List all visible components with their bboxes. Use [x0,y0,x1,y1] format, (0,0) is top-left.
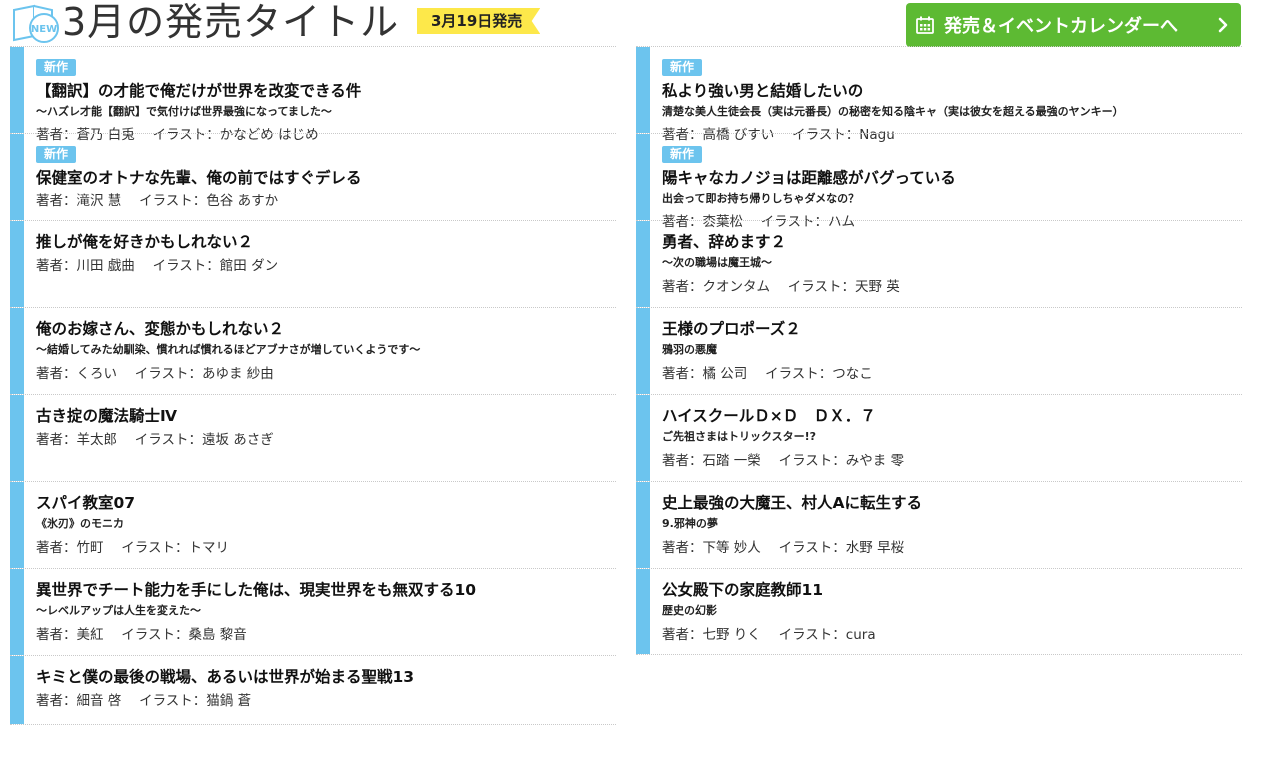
book-subtitle: 9.邪神の夢 [662,517,718,530]
calendar-link-button[interactable]: 発売＆イベントカレンダーへ [906,3,1241,47]
book-credits: 著者：美紅 イラスト：桑島 黎音 [36,627,247,643]
book-subtitle: 鴉羽の悪魔 [662,343,717,356]
book-title[interactable]: 王様のプロポーズ２ [662,319,801,339]
book-title[interactable]: スパイ教室07 [36,493,135,513]
book-credits: 著者：橘 公司 イラスト：つなこ [662,366,873,382]
title-list-item[interactable]: 公女殿下の家庭教師11 歴史の幻影著者：七野 りく イラスト：cura [636,568,1242,655]
book-title[interactable]: キミと僕の最後の戦場、あるいは世界が始まる聖戦13 [36,667,414,687]
title-list-item[interactable]: 王様のプロポーズ２ 鴉羽の悪魔著者：橘 公司 イラスト：つなこ [636,307,1242,394]
book-credits: 著者：川田 戯曲 イラスト：館田 ダン [36,258,279,274]
book-credits: 著者：下等 妙人 イラスト：水野 早桜 [662,540,905,556]
book-subtitle: 〜結婚してみた幼馴染、慣れれば慣れるほどアブナさが増していくようです〜 [36,343,421,356]
book-credits: 著者：細音 啓 イラスト：猫鍋 蒼 [36,693,252,709]
calendar-button-label: 発売＆イベントカレンダーへ [944,16,1178,37]
page-header: NEW 3月の発売タイトル 3月19日発売 発売＆イベントカレンダーへ [0,0,1280,47]
book-subtitle: ご先祖さまはトリックスター!? [662,430,817,443]
new-release-badge: 新作 [662,59,703,76]
title-list-item[interactable]: 史上最強の大魔王、村人Aに転生する 9.邪神の夢著者：下等 妙人 イラスト：水野 … [636,481,1242,568]
new-icon-label: NEW [31,24,57,35]
title-list-item[interactable]: 新作保健室のオトナな先輩、俺の前ではすぐデレる著者：滝沢 慧 イラスト：色谷 あ… [10,133,616,220]
book-title[interactable]: 陽キャなカノジョは距離感がバグっている [662,168,956,188]
book-credits: 著者：クオンタム イラスト：天野 英 [662,279,900,295]
book-title[interactable]: 史上最強の大魔王、村人Aに転生する [662,493,922,513]
chevron-right-icon [1218,17,1228,33]
new-release-badge: 新作 [36,59,77,76]
title-list-item[interactable]: 異世界でチート能力を手にした俺は、現実世界をも無双する10 〜レベルアップは人生を… [10,568,616,655]
book-title[interactable]: 【翻訳】の才能で俺だけが世界を改変できる件 [36,81,361,101]
book-credits: 著者：くろい イラスト：あゆま 紗由 [36,366,274,382]
book-subtitle: 歴史の幻影 [662,604,717,617]
title-list-item[interactable]: 推しが俺を好きかもしれない２ 著者：川田 戯曲 イラスト：館田 ダン [10,220,616,307]
book-credits: 著者：羊太郎 イラスト：遠坂 あさぎ [36,432,274,448]
book-title[interactable]: 保健室のオトナな先輩、俺の前ではすぐデレる [36,168,362,188]
title-list-item[interactable]: スパイ教室07 《氷刃》のモニカ著者：竹町 イラスト：トマリ [10,481,616,568]
title-list-item[interactable]: ハイスクールＤ×Ｄ ＤＸ．７ ご先祖さまはトリックスター!? 著者：石踏 一榮 イラ… [636,394,1242,481]
book-title[interactable]: 私より強い男と結婚したいの [662,81,863,101]
left-title-list: 新作 【翻訳】の才能で俺だけが世界を改変できる件 〜ハズレ才能【翻訳】で気付けば世界… [10,46,616,725]
new-release-badge: 新作 [662,146,703,163]
title-list-item[interactable]: 勇者、辞めます２ 〜次の職場は魔王城〜著者：クオンタム イラスト：天野 英 [636,220,1242,307]
calendar-icon [916,16,934,34]
book-credits: 著者：七野 りく イラスト：cura [662,627,876,643]
book-title[interactable]: 異世界でチート能力を手にした俺は、現実世界をも無双する10 [36,580,476,600]
book-subtitle: 〜レベルアップは人生を変えた〜 [36,604,201,617]
book-title[interactable]: 推しが俺を好きかもしれない２ [36,232,253,252]
title-list-item[interactable]: 古き掟の魔法騎士Ⅳ 著者：羊太郎 イラスト：遠坂 あさぎ [10,394,616,481]
book-credits: 著者：滝沢 慧 イラスト：色谷 あすか [36,193,279,209]
book-title[interactable]: 俺のお嫁さん、変態かもしれない２ [36,319,284,339]
right-title-list: 新作 私より強い男と結婚したいの 清楚な美人生徒会長（実は元番長）の秘密を知る陰キャ… [636,46,1242,655]
title-list-item[interactable]: 新作【翻訳】の才能で俺だけが世界を改変できる件〜ハズレ才能【翻訳】で気付けば世界… [10,46,616,143]
book-title[interactable]: 公女殿下の家庭教師11 [662,580,823,600]
book-subtitle: 出会って即お持ち帰りしちゃダメなの？ [662,192,860,205]
page-title: 3月の発売タイトル [62,0,400,44]
book-title[interactable]: 勇者、辞めます２ [662,232,786,252]
book-credits: 著者：竹町 イラスト：トマリ [36,540,230,556]
title-list-item[interactable]: 新作私より強い男と結婚したいの清楚な美人生徒会長（実は元番長）の秘密を知る陰キャ… [636,46,1242,143]
title-list-item[interactable]: キミと僕の最後の戦場、あるいは世界が始まる聖戦13 著者：細音 啓 イラスト：猫鍋… [10,655,616,725]
book-subtitle: 〜ハズレ才能【翻訳】で気付けば世界最強になってました〜 [36,105,332,118]
book-title[interactable]: 古き掟の魔法騎士Ⅳ [36,406,177,426]
release-date-badge: 3月19日発売 [417,8,541,34]
book-subtitle: 《氷刃》のモニカ [36,517,124,530]
book-subtitle: 清楚な美人生徒会長（実は元番長）の秘密を知る陰キャ（実は彼女を超える最強のヤンキ… [662,105,1124,118]
title-list-item[interactable]: 新作 陽キャなカノジョは距離感がバグっている 出会って即お持ち帰りしちゃダメなの？著… [636,133,1242,230]
new-book-icon: NEW [13,4,59,43]
book-subtitle: 〜次の職場は魔王城〜 [662,256,772,269]
new-release-badge: 新作 [36,146,77,163]
book-credits: 著者：石踏 一榮 イラスト：みやま 零 [662,453,905,469]
title-list-item[interactable]: 俺のお嫁さん、変態かもしれない２ 〜結婚してみた幼馴染、慣れれば慣れるほどアブナさ… [10,307,616,394]
book-title[interactable]: ハイスクールＤ×Ｄ ＤＸ．７ [662,406,876,426]
